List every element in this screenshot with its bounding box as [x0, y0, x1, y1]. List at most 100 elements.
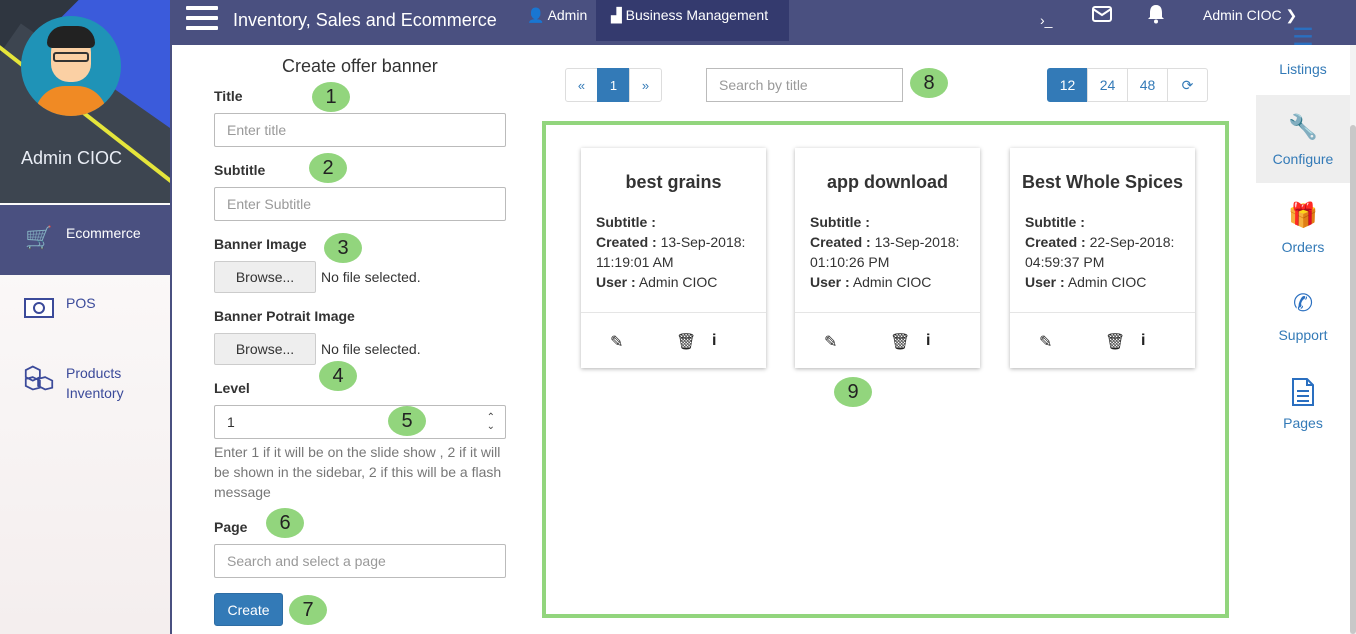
banner-image-file-status: No file selected. [321, 269, 421, 285]
marker-3: 3 [324, 233, 362, 263]
right-sidebar: ☰ Listings 🔧 Configure 🎁 Orders ✆ Suppor… [1256, 24, 1350, 634]
pagination-prev[interactable]: « [565, 68, 598, 102]
banner-image-label: Banner Image [214, 236, 307, 252]
marker-7: 7 [289, 595, 327, 625]
rside-item-configure[interactable]: 🔧 Configure [1256, 95, 1350, 183]
search-input[interactable] [706, 68, 903, 102]
app-title: Inventory, Sales and Ecommerce [233, 10, 497, 30]
card-subtitle-label: Subtitle : [1025, 214, 1085, 230]
page-select-input[interactable] [214, 544, 506, 578]
rside-item-label: Support [1278, 327, 1328, 343]
form-heading: Create offer banner [282, 56, 438, 76]
left-sidebar: Admin CIOC 🛒 Ecommerce POS Products Inve… [0, 0, 172, 634]
rside-item-listings[interactable]: ☰ Listings [1256, 5, 1350, 93]
banner-portrait-browse-button[interactable]: Browse... [214, 333, 316, 365]
card-user-label: User : [596, 274, 636, 290]
rside-item-label: Configure [1272, 151, 1334, 167]
sidebar-item-products-inventory[interactable]: Products Inventory [0, 345, 170, 415]
avatar[interactable] [21, 16, 121, 116]
marker-6: 6 [266, 508, 304, 538]
banner-portrait-file: Browse... No file selected. [214, 333, 421, 365]
level-label: Level [214, 380, 250, 396]
banner-portrait-label: Banner Potrait Image [214, 308, 355, 324]
page-label: Page [214, 519, 248, 535]
sidebar-item-label: POS [66, 295, 96, 311]
banner-card: Best Whole Spices Subtitle : Created : 2… [1010, 148, 1195, 368]
hamburger-menu-icon[interactable] [186, 6, 218, 34]
pagination-next[interactable]: » [629, 68, 662, 102]
pencil-icon[interactable]: ✎ [1039, 332, 1052, 352]
wrench-icon: 🔧 [1288, 114, 1318, 141]
sidebar-item-ecommerce[interactable]: 🛒 Ecommerce [0, 205, 170, 275]
sidebar-item-label: Products Inventory [66, 365, 124, 401]
trash-icon[interactable]: 🗑 [890, 332, 910, 352]
page-size-48[interactable]: 48 [1127, 68, 1168, 102]
rside-item-label: Orders [1281, 239, 1325, 255]
rside-item-support[interactable]: ✆ Support [1256, 271, 1350, 359]
card-user-label: User : [810, 274, 850, 290]
file-icon [1256, 377, 1350, 414]
admin-label: Admin [547, 7, 588, 23]
rside-item-orders[interactable]: 🎁 Orders [1256, 183, 1350, 271]
trash-icon[interactable]: 🗑 [676, 332, 696, 352]
card-meta: Subtitle : Created : 13-Sep-2018: 11:19:… [596, 212, 756, 292]
rside-item-label: Listings [1279, 61, 1327, 77]
factory-icon: ▟ [611, 7, 622, 23]
rside-item-label: Pages [1283, 415, 1323, 431]
pagination-page-1[interactable]: 1 [597, 68, 630, 102]
info-icon[interactable]: i [926, 332, 930, 350]
subtitle-label: Subtitle [214, 162, 266, 178]
banner-image-browse-button[interactable]: Browse... [214, 261, 316, 293]
marker-8: 8 [910, 68, 948, 98]
card-subtitle-label: Subtitle : [596, 214, 656, 230]
profile-name: Admin CIOC [21, 148, 123, 168]
title-label: Title [214, 88, 243, 104]
cubes-icon [24, 365, 54, 391]
banner-card: app download Subtitle : Created : 13-Sep… [795, 148, 980, 368]
card-title: app download [827, 172, 948, 192]
business-management-menu[interactable]: ▟ Business Management [596, 0, 789, 41]
sidebar-item-pos[interactable]: POS [0, 275, 170, 345]
card-created-label: Created : [1025, 234, 1086, 250]
info-icon[interactable]: i [712, 332, 716, 350]
rside-item-pages[interactable]: Pages [1256, 359, 1350, 447]
page-size-24[interactable]: 24 [1087, 68, 1128, 102]
subtitle-input[interactable] [214, 187, 506, 221]
card-user: Admin CIOC [1067, 274, 1147, 290]
card-user: Admin CIOC [852, 274, 932, 290]
marker-4: 4 [319, 361, 357, 391]
banner-portrait-file-status: No file selected. [321, 341, 421, 357]
user-icon: 👤 [527, 7, 545, 23]
level-value: 1 [227, 414, 235, 430]
scrollbar-thumb[interactable] [1350, 125, 1356, 634]
business-label: Business Management [625, 7, 769, 23]
card-title: Best Whole Spices [1021, 172, 1184, 192]
info-icon[interactable]: i [1141, 332, 1145, 350]
page-size-selector: 12 24 48 ⟳ [1047, 68, 1208, 102]
level-input[interactable]: 1 ⌃ ⌄ [214, 405, 506, 439]
marker-2: 2 [309, 153, 347, 183]
pagination: « 1 » [565, 68, 662, 102]
stepper-icon[interactable]: ⌃ ⌄ [487, 413, 495, 432]
trash-icon[interactable]: 🗑 [1105, 332, 1125, 352]
level-help-text: Enter 1 if it will be on the slide show … [214, 444, 502, 500]
list-icon: ☰ [1292, 24, 1314, 51]
card-user: Admin CIOC [638, 274, 718, 290]
mail-icon[interactable] [1092, 6, 1112, 27]
pencil-icon[interactable]: ✎ [610, 332, 623, 352]
admin-menu[interactable]: 👤 Admin [527, 7, 587, 24]
terminal-icon[interactable]: ›_ [1040, 12, 1052, 28]
card-title: best grains [625, 172, 722, 192]
refresh-icon[interactable]: ⟳ [1167, 68, 1208, 102]
title-input[interactable] [214, 113, 506, 147]
pencil-icon[interactable]: ✎ [824, 332, 837, 352]
create-button[interactable]: Create [214, 593, 283, 626]
banner-image-file: Browse... No file selected. [214, 261, 421, 293]
cash-icon [24, 295, 54, 321]
page-size-12[interactable]: 12 [1047, 68, 1088, 102]
card-created-label: Created : [596, 234, 657, 250]
phone-icon: ✆ [1292, 290, 1314, 317]
scrollbar[interactable] [1350, 45, 1356, 634]
bell-icon[interactable] [1147, 4, 1165, 29]
marker-5: 5 [388, 406, 426, 436]
